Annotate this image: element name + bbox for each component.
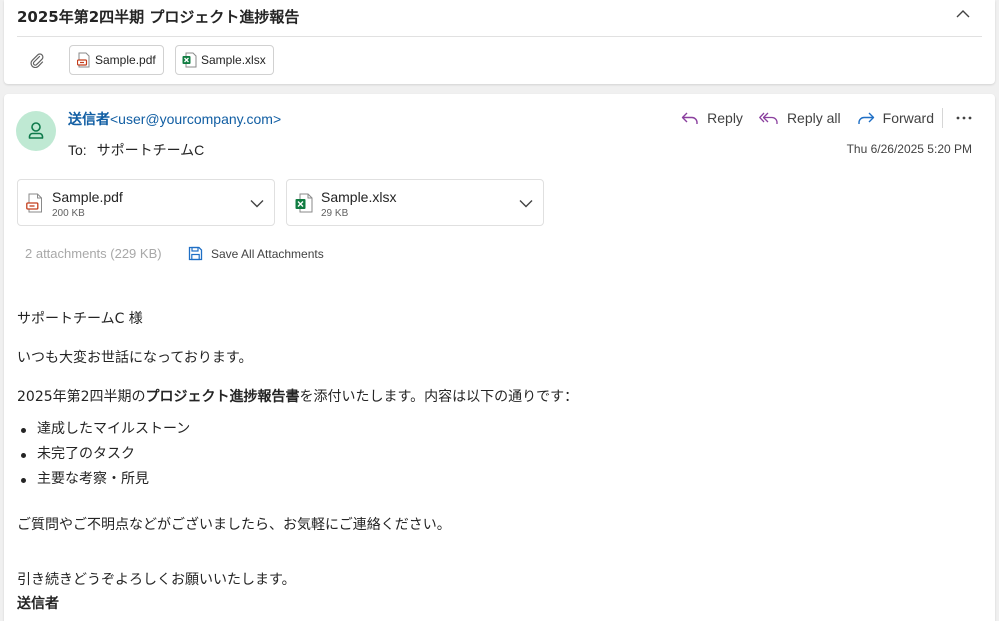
body-closing: 引き続きどうぞよろしくお願いいたします。 <box>17 572 296 588</box>
top-attachment-chip-xlsx[interactable]: Sample.xlsx <box>175 45 274 75</box>
excel-file-icon <box>182 52 197 68</box>
message-actions: Reply Reply all Forward <box>665 107 975 129</box>
message-card: 送信者<user@yourcompany.com> To: サポートチームC R… <box>4 94 995 621</box>
sender-email: <user@yourcompany.com> <box>110 111 282 127</box>
forward-label: Forward <box>882 110 934 126</box>
reply-button[interactable]: Reply <box>681 107 743 129</box>
reply-icon <box>681 112 698 124</box>
body-bold-text: プロジェクト進捗報告書 <box>145 389 300 405</box>
body-signature: 送信者 <box>17 596 59 612</box>
body-text: 2025年第2四半期の <box>17 389 146 405</box>
sender[interactable]: 送信者<user@yourcompany.com> <box>68 109 281 129</box>
chevron-down-icon[interactable] <box>248 194 266 212</box>
more-actions-button[interactable] <box>953 107 975 129</box>
attachment-card-xlsx[interactable]: Sample.xlsx 29 KB <box>286 179 544 226</box>
reply-all-icon <box>759 112 778 124</box>
person-icon <box>28 122 44 139</box>
body-line: 2025年第2四半期のプロジェクト進捗報告書を添付いたします。内容は以下の通りで… <box>17 386 578 406</box>
chevron-down-icon[interactable] <box>517 194 535 212</box>
forward-icon <box>857 112 874 124</box>
body-greeting: サポートチームC 様 <box>17 311 143 327</box>
body-bullet-list: 達成したマイルストーン 未完了のタスク 主要な考察・所見 <box>17 417 190 492</box>
top-attachment-name: Sample.pdf <box>95 53 156 67</box>
body-line: ご質問やご不明点などがございましたら、お気軽にご連絡ください。 <box>17 517 451 533</box>
to-label: To: <box>68 142 87 158</box>
list-item: 達成したマイルストーン <box>17 417 190 442</box>
reply-all-label: Reply all <box>786 110 841 126</box>
avatar[interactable] <box>16 111 56 151</box>
attachments-toggle-button[interactable] <box>26 49 48 71</box>
conversation-header: 2025年第2四半期 プロジェクト進捗報告 Sample.pdf Sample.… <box>4 0 995 84</box>
list-item: 主要な考察・所見 <box>17 467 190 492</box>
reply-label: Reply <box>707 110 743 126</box>
list-item: 未完了のタスク <box>17 442 190 467</box>
attachment-name: Sample.xlsx <box>321 189 397 205</box>
top-attachment-chip-pdf[interactable]: Sample.pdf <box>69 45 164 75</box>
header-divider <box>17 36 982 37</box>
attachment-size: 200 KB <box>52 208 85 219</box>
body-text: を添付いたします。内容は以下の通りです： <box>299 389 579 405</box>
attachment-card-pdf[interactable]: Sample.pdf 200 KB <box>17 179 275 226</box>
actions-divider <box>942 108 943 128</box>
collapse-button[interactable] <box>951 4 975 22</box>
save-all-attachments-button[interactable]: Save All Attachments <box>188 246 324 261</box>
excel-file-icon <box>295 193 313 213</box>
body-line: いつも大変お世話になっております。 <box>17 350 253 366</box>
attachment-summary: 2 attachments (229 KB) <box>25 246 162 261</box>
save-all-label: Save All Attachments <box>211 246 324 261</box>
chevron-up-icon <box>956 9 970 17</box>
reply-all-button[interactable]: Reply all <box>759 107 841 129</box>
attachment-size: 29 KB <box>321 208 349 219</box>
more-horizontal-icon <box>956 116 972 120</box>
recipient-name[interactable]: サポートチームC <box>97 142 205 158</box>
sender-name: 送信者 <box>68 111 110 127</box>
top-attachment-name: Sample.xlsx <box>201 53 266 67</box>
paperclip-icon <box>30 53 44 68</box>
recipients: To: サポートチームC <box>68 140 204 160</box>
sent-date: Thu 6/26/2025 5:20 PM <box>846 142 972 156</box>
save-icon <box>188 246 203 261</box>
email-subject: 2025年第2四半期 プロジェクト進捗報告 <box>17 8 300 26</box>
forward-button[interactable]: Forward <box>857 107 934 129</box>
attachment-name: Sample.pdf <box>52 189 123 205</box>
pdf-file-icon <box>26 193 44 213</box>
pdf-file-icon <box>76 52 91 68</box>
